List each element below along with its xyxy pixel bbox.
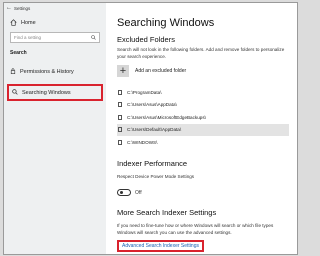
list-item-selected[interactable]: C:\Users\Default\AppData\: [117, 123, 289, 136]
folder-icon: [118, 102, 122, 108]
folder-icon: [118, 89, 122, 95]
folder-icon: [118, 114, 122, 120]
power-mode-toggle-group: Off: [117, 189, 142, 196]
settings-window: ← Settings Home Find a setting Search Pe…: [3, 2, 298, 255]
toggle-state-label: Off: [135, 189, 142, 196]
find-setting-input[interactable]: Find a setting: [10, 32, 100, 43]
title-bar: ← Settings: [4, 3, 106, 13]
list-item[interactable]: C:\WINDOWS\: [117, 136, 289, 149]
home-icon: [10, 19, 17, 26]
sidebar-section-title: Search: [10, 50, 27, 56]
home-nav-item[interactable]: Home: [4, 13, 106, 26]
list-item[interactable]: C:\Users\Asus\MicrosoftEdgeBackups\: [117, 111, 289, 124]
back-arrow-icon[interactable]: ←: [4, 5, 14, 11]
more-settings-description: If you need to fine-tune how or where Wi…: [117, 223, 274, 235]
list-item[interactable]: C:\ProgramData\: [117, 86, 289, 99]
home-label: Home: [21, 19, 36, 26]
advanced-indexer-settings-link[interactable]: Advanced Search Indexer Settings: [117, 240, 204, 252]
indexer-performance-title: Indexer Performance: [117, 159, 188, 168]
excluded-folders-title: Excluded Folders: [117, 35, 175, 44]
window-title: Settings: [14, 5, 31, 11]
folder-icon: [118, 139, 122, 145]
find-setting-placeholder: Find a setting: [14, 35, 42, 40]
folder-path: C:\WINDOWS\: [127, 139, 158, 145]
sidebar-item-label: Searching Windows: [22, 89, 71, 96]
excluded-folders-description: Search will not look in the following fo…: [117, 47, 285, 59]
sidebar: ← Settings Home Find a setting Search Pe…: [4, 3, 106, 254]
list-item[interactable]: C:\Users\Asus\AppData\: [117, 99, 289, 112]
search-icon: [91, 34, 96, 41]
lock-icon: [10, 67, 16, 76]
sidebar-item-label: Permissions & History: [20, 68, 74, 75]
page-title: Searching Windows: [117, 17, 215, 29]
add-excluded-folder-label: Add an excluded folder: [135, 68, 187, 74]
excluded-folder-list: C:\ProgramData\ C:\Users\Asus\AppData\ C…: [117, 86, 289, 149]
main-content: Searching Windows Excluded Folders Searc…: [107, 3, 297, 254]
sidebar-item-permissions-history[interactable]: Permissions & History: [7, 65, 103, 78]
folder-path: C:\Users\Asus\MicrosoftEdgeBackups\: [127, 114, 206, 120]
plus-icon: +: [117, 65, 129, 77]
folder-path: C:\ProgramData\: [127, 89, 162, 95]
indexer-performance-description: Respect Device Power Mode Settings: [117, 174, 195, 179]
search-icon: [12, 88, 18, 97]
power-mode-toggle[interactable]: [117, 189, 131, 196]
more-settings-title: More Search Indexer Settings: [117, 208, 217, 217]
folder-path: C:\Users\Default\AppData\: [127, 127, 182, 133]
folder-path: C:\Users\Asus\AppData\: [127, 102, 177, 108]
folder-icon: [118, 127, 122, 133]
add-excluded-folder-button[interactable]: + Add an excluded folder: [117, 65, 186, 77]
sidebar-item-searching-windows[interactable]: Searching Windows: [7, 84, 103, 101]
